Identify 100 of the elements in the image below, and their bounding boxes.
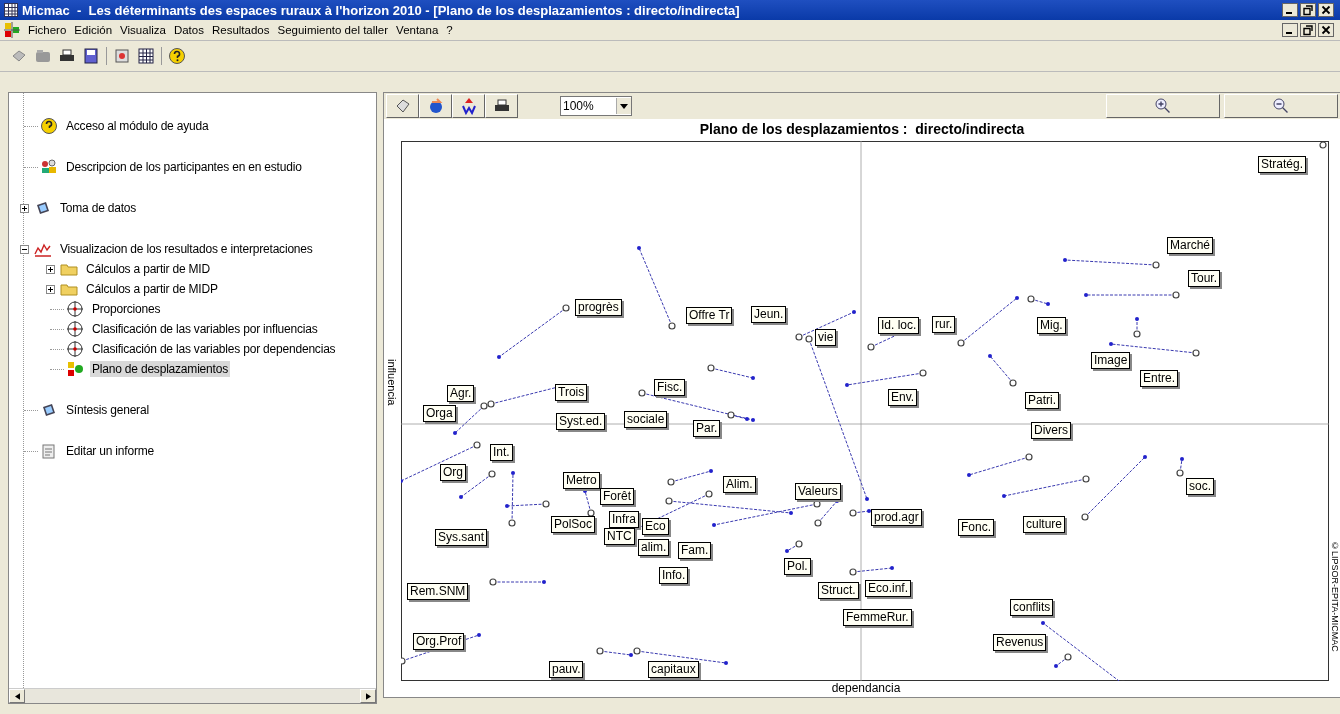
variable-label: PolSoc (551, 516, 596, 533)
variable-label: Int. (490, 444, 513, 461)
menu-item[interactable]: Seguimiento del taller (273, 24, 393, 36)
variable-label: Eco.inf. (865, 580, 912, 597)
variable-label: Rem.SNM (407, 583, 469, 600)
variable-label: Struct. (818, 582, 859, 599)
print-button[interactable] (485, 94, 518, 118)
tree-item[interactable]: Proporciones (90, 301, 163, 317)
variable-label: Fam. (678, 542, 712, 559)
variable-label: Jeun. (751, 306, 787, 323)
tree-item[interactable]: Acceso al módulo de ayuda (64, 118, 211, 134)
variable-label: Agr. (447, 385, 475, 402)
menu-item[interactable]: Visualiza (116, 24, 170, 36)
expand-icon[interactable] (20, 203, 29, 213)
tree-item[interactable]: Visualizacion de los resultados e interpretaciones (58, 241, 315, 257)
variable-label: Image (1091, 352, 1131, 369)
zoom-in-button[interactable] (1106, 94, 1220, 118)
variable-label: Par. (693, 420, 721, 437)
variable-label: Divers (1031, 422, 1071, 439)
refresh-button[interactable] (419, 94, 452, 118)
variable-label: Sys.sant (435, 529, 488, 546)
variable-label: Infra (609, 511, 639, 528)
menu-item[interactable]: Edición (70, 24, 117, 36)
caret-icon (620, 103, 628, 109)
tree-item[interactable]: Síntesis general (64, 402, 151, 418)
copy-button[interactable] (386, 94, 419, 118)
minimize-button[interactable] (1282, 23, 1298, 37)
variable-label: FemmeRur. (843, 609, 912, 626)
variable-label: culture (1023, 516, 1066, 533)
menu-item[interactable]: Resultados (207, 24, 274, 36)
help-icon (40, 117, 58, 135)
copyright-text: ©LIPSOR-EPITA-MICMAC (1330, 541, 1340, 654)
zoom-in-icon (1154, 97, 1172, 115)
data-icon (34, 199, 52, 217)
app-icon (4, 22, 20, 38)
x-axis-label: dependancia (830, 681, 902, 695)
variable-label: sociale (624, 411, 668, 428)
tree-item[interactable]: Clasificación de las variables por dependencias (90, 341, 338, 357)
expand-icon[interactable] (46, 284, 55, 294)
variable-label: Info. (659, 567, 689, 584)
help-icon[interactable] (168, 47, 186, 65)
left-arrow-icon[interactable] (14, 692, 20, 700)
zoom-dropdown[interactable]: 100% (560, 96, 632, 116)
variable-label: NTC (604, 528, 635, 545)
menu-item[interactable]: Ventana (392, 24, 443, 36)
variable-label: conflits (1010, 599, 1054, 616)
save-icon[interactable] (82, 47, 100, 65)
restore-button[interactable] (1300, 3, 1316, 17)
target-icon (66, 340, 84, 358)
expand-icon[interactable] (46, 264, 55, 274)
y-axis-label: influencia (386, 359, 398, 408)
tree-item[interactable]: Editar un informe (64, 443, 156, 459)
data-icon (40, 401, 58, 419)
variable-label: Offre Tr (686, 307, 733, 324)
variable-label: Revenus (993, 634, 1047, 651)
report-icon (40, 442, 58, 460)
variable-label: Orga (423, 405, 456, 422)
horizontal-scrollbar[interactable] (9, 688, 376, 703)
variable-label: Org.Prof (413, 633, 465, 650)
tree-item[interactable]: Cálculos a partir de MIDP (84, 281, 220, 297)
menu-item[interactable]: Datos (169, 24, 208, 36)
export-button[interactable] (452, 94, 485, 118)
variable-label: Tour. (1188, 270, 1220, 287)
zoom-out-button[interactable] (1224, 94, 1338, 118)
picture-icon[interactable] (113, 47, 131, 65)
variable-label: Forêt (600, 488, 634, 505)
tree-item[interactable]: Cálculos a partir de MID (84, 261, 212, 277)
close-button[interactable] (1318, 23, 1334, 37)
variable-label: Trois (555, 384, 588, 401)
calculator-icon[interactable] (137, 47, 155, 65)
variable-label: Pol. (784, 558, 811, 575)
tree-item[interactable]: Toma de datos (58, 200, 139, 216)
variable-label: Syst.ed. (556, 413, 606, 430)
variable-label: pauv. (549, 661, 584, 678)
tree-item[interactable]: Descripcion de los participantes en en estudio (64, 159, 304, 175)
variable-label: Patri. (1025, 392, 1059, 409)
variable-label: capitaux (648, 661, 699, 678)
word-export-icon (459, 97, 478, 115)
tree-item[interactable]: Plano de desplazamientos (90, 361, 230, 377)
right-arrow-icon[interactable] (365, 692, 371, 700)
variable-label: Env. (888, 389, 918, 406)
close-button[interactable] (1318, 3, 1334, 17)
variable-label: soc. (1186, 478, 1214, 495)
people-icon (40, 158, 58, 176)
variable-label: Fisc. (654, 379, 686, 396)
menu-item[interactable]: Fichero (24, 24, 71, 36)
target-icon (66, 300, 84, 318)
minimize-button[interactable] (1282, 3, 1298, 17)
tree-item[interactable]: Clasificación de las variables por influencias (90, 321, 320, 337)
variable-label: prod.agr (871, 509, 922, 526)
plan-icon (66, 360, 84, 378)
collapse-icon[interactable] (20, 244, 29, 254)
variable-label: Id. loc. (878, 317, 920, 334)
variable-label: Metro (563, 472, 600, 489)
menu-item[interactable]: ? (442, 24, 457, 36)
variable-label: Stratég. (1258, 156, 1307, 173)
variable-label: Fonc. (958, 519, 994, 536)
variable-label: alim. (638, 539, 670, 556)
variable-label: Alim. (723, 476, 756, 493)
restore-button[interactable] (1300, 23, 1316, 37)
